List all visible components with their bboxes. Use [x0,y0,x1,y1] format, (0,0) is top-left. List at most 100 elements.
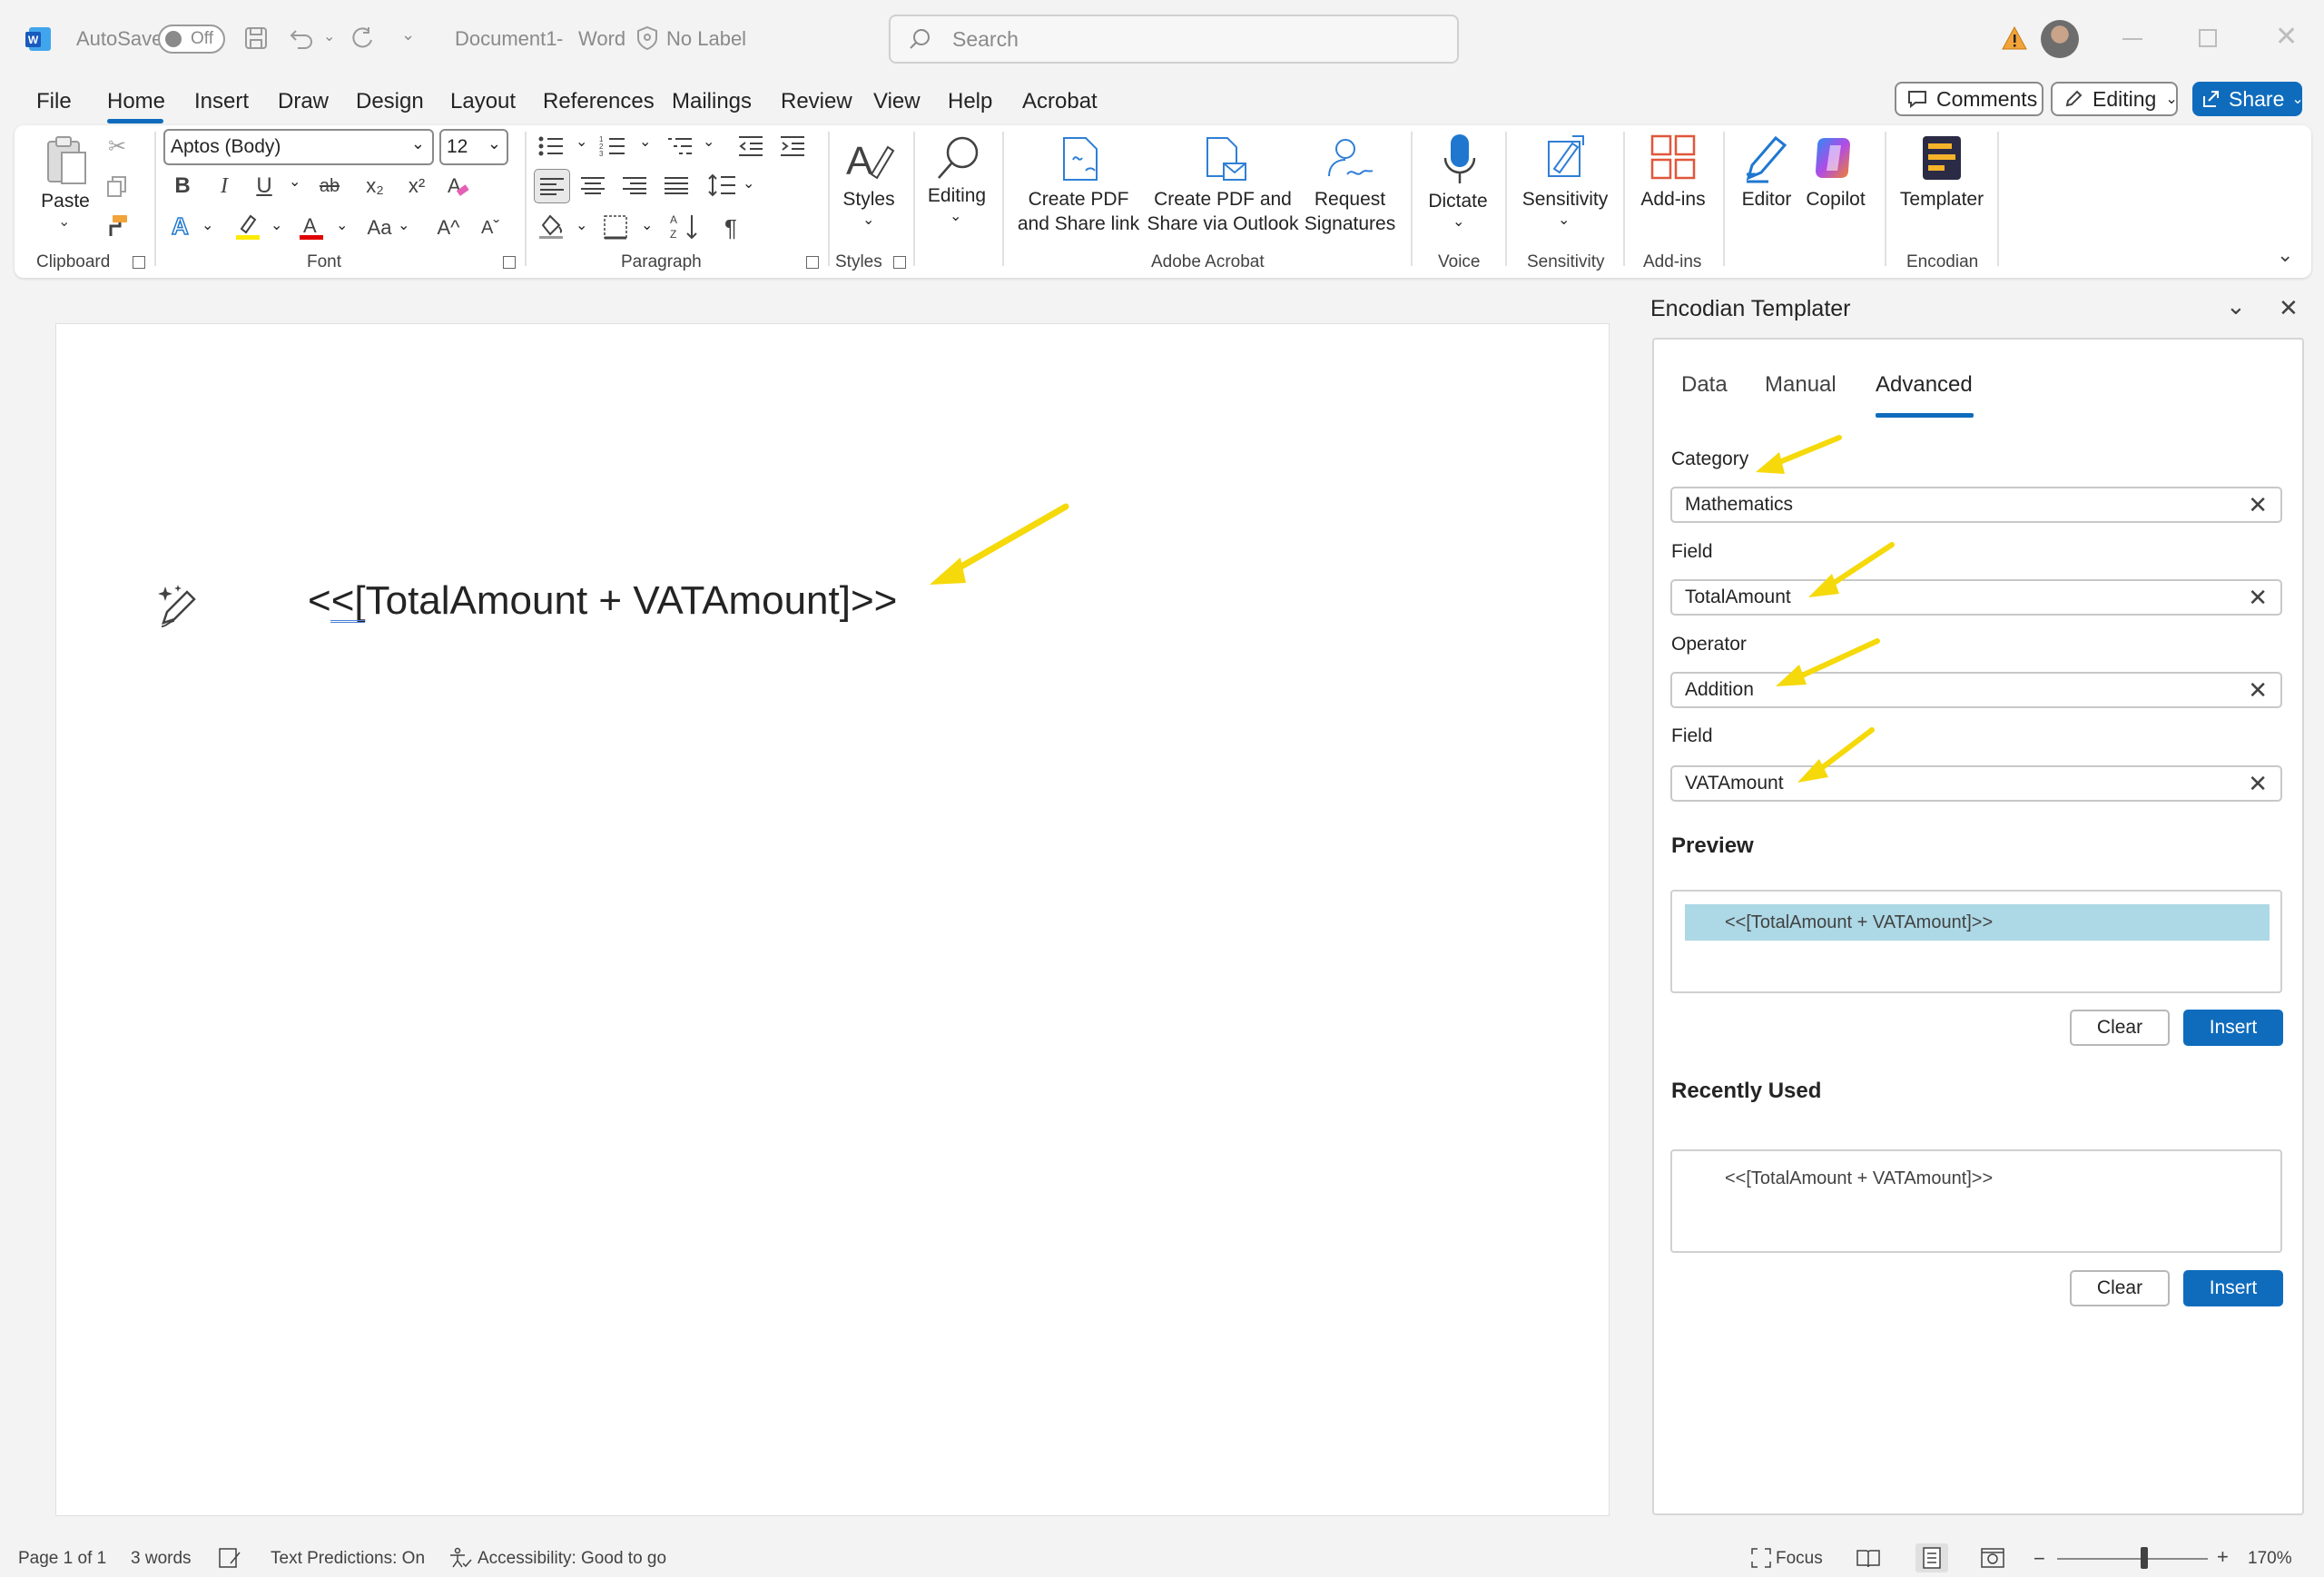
proofing-icon[interactable] [218,1547,241,1569]
customize-qat-icon[interactable]: ⌄ [401,25,415,44]
cut-icon[interactable]: ✂ [102,132,133,163]
bullets-icon[interactable] [537,134,565,158]
shrink-font-button[interactable]: Aˇ [472,212,508,243]
share-button[interactable]: Share ⌄ [2192,82,2304,116]
paste-icon[interactable] [45,134,87,185]
copilot-draft-icon[interactable] [154,581,205,632]
shading-chevron-icon[interactable]: ⌄ [576,216,587,234]
pane-close-icon[interactable]: ✕ [2279,294,2299,322]
accessibility-icon[interactable] [448,1547,472,1569]
undo-dropdown-icon[interactable]: ⌄ [323,27,335,45]
align-center-icon[interactable] [581,176,605,194]
clipboard-launcher-icon[interactable] [133,256,145,269]
dictate-chevron-icon[interactable]: ⌄ [1452,212,1464,231]
multilevel-list-icon[interactable] [666,134,694,158]
autosave-toggle[interactable]: Off [158,25,225,54]
bullets-chevron-icon[interactable]: ⌄ [576,133,587,151]
status-accessibility[interactable]: Accessibility: Good to go [478,1549,666,1569]
styles-chevron-icon[interactable]: ⌄ [862,211,874,229]
sensitivity-label[interactable]: Sensitivity [1516,187,1614,212]
editing-group-label[interactable]: Editing [921,183,993,208]
request-signatures-icon[interactable] [1325,134,1376,183]
tab-manual[interactable]: Manual [1765,372,1837,398]
copilot-label[interactable]: Copilot [1799,187,1872,212]
superscript-button[interactable]: x² [401,171,432,202]
operator-select[interactable]: Addition ✕ [1670,672,2282,708]
create-pdf-outlook-icon[interactable] [1204,134,1249,183]
font-color-chevron-icon[interactable]: ⌄ [336,216,348,234]
word-logo-icon[interactable]: W [25,25,53,53]
multilevel-chevron-icon[interactable]: ⌄ [703,133,714,151]
editor-icon[interactable] [1743,133,1790,183]
zoom-in-icon[interactable]: + [2217,1545,2229,1569]
warning-icon[interactable] [2001,25,2028,51]
justify-icon[interactable] [665,176,688,194]
recent-insert-button[interactable]: Insert [2183,1270,2283,1306]
line-spacing-icon[interactable] [708,172,737,198]
tab-help[interactable]: Help [948,85,992,118]
paragraph-launcher-icon[interactable] [806,256,819,269]
styles-icon[interactable]: A [842,134,897,185]
zoom-slider-thumb[interactable] [2141,1547,2148,1569]
status-words[interactable]: 3 words [131,1549,192,1569]
tab-acrobat[interactable]: Acrobat [1022,85,1098,118]
recent-item[interactable]: <<[TotalAmount + VATAmount]>> [1685,1160,2270,1197]
borders-chevron-icon[interactable]: ⌄ [641,216,653,234]
tab-design[interactable]: Design [356,85,424,118]
sensitivity-icon[interactable] [1543,133,1589,183]
grow-font-button[interactable]: A^ [430,212,467,243]
font-color-icon[interactable]: A [298,212,325,241]
sensitivity-label-icon[interactable] [635,25,659,51]
operator-clear-icon[interactable]: ✕ [2248,674,2268,706]
editor-label[interactable]: Editor [1730,187,1803,212]
line-spacing-chevron-icon[interactable]: ⌄ [743,174,754,192]
create-pdf-share-icon[interactable] [1060,134,1102,183]
change-case-chevron-icon[interactable]: ⌄ [398,216,409,234]
redo-icon[interactable] [349,25,376,51]
tab-layout[interactable]: Layout [450,85,516,118]
label-status[interactable]: No Label [666,27,746,51]
zoom-slider-track[interactable] [2057,1558,2208,1560]
sort-icon[interactable]: AZ [670,212,701,241]
styles-label[interactable]: Styles [839,187,899,212]
editing-mode-button[interactable]: Editing ⌄ [2051,82,2178,116]
field1-clear-icon[interactable]: ✕ [2248,581,2268,614]
preview-clear-button[interactable]: Clear [2070,1010,2170,1046]
underline-chevron-icon[interactable]: ⌄ [289,172,300,191]
numbering-icon[interactable]: 123 [599,134,626,158]
field2-select[interactable]: VATAmount ✕ [1670,765,2282,802]
increase-indent-icon[interactable] [779,134,806,158]
dictate-label[interactable]: Dictate [1422,189,1494,213]
clear-formatting-icon[interactable]: A [445,172,472,200]
category-select[interactable]: Mathematics ✕ [1670,487,2282,523]
tab-view[interactable]: View [873,85,921,118]
subscript-button[interactable]: x₂ [359,171,390,202]
zoom-out-icon[interactable]: − [2034,1547,2045,1571]
tab-file[interactable]: File [36,85,72,118]
editing-chevron-icon[interactable]: ⌄ [950,207,961,225]
borders-icon[interactable] [603,214,628,240]
collapse-ribbon-icon[interactable]: ⌄ [2277,243,2293,267]
tab-review[interactable]: Review [781,85,852,118]
preview-insert-button[interactable]: Insert [2183,1010,2283,1046]
status-predictions[interactable]: Text Predictions: On [271,1549,425,1569]
font-name-select[interactable]: Aptos (Body) ⌄ [163,129,434,165]
save-icon[interactable] [243,25,269,51]
pane-collapse-icon[interactable]: ⌄ [2226,292,2246,320]
tab-advanced[interactable]: Advanced [1876,372,1973,398]
sensitivity-chevron-icon[interactable]: ⌄ [1558,211,1570,229]
tab-insert[interactable]: Insert [194,85,249,118]
italic-button[interactable]: I [209,171,240,202]
field2-clear-icon[interactable]: ✕ [2248,767,2268,800]
font-launcher-icon[interactable] [503,256,516,269]
text-effects-icon[interactable]: A [169,212,196,240]
read-mode-icon[interactable] [1856,1547,1881,1569]
show-formatting-button[interactable]: ¶ [715,212,746,243]
focus-icon[interactable] [1750,1547,1772,1569]
tab-draw[interactable]: Draw [278,85,329,118]
paste-chevron-icon[interactable]: ⌄ [58,212,70,231]
document-merge-field-text[interactable]: <<[TotalAmount + VATAmount]>> [308,578,897,624]
document-page[interactable] [55,323,1610,1516]
search-box[interactable]: Search [889,15,1459,64]
numbering-chevron-icon[interactable]: ⌄ [639,133,651,151]
